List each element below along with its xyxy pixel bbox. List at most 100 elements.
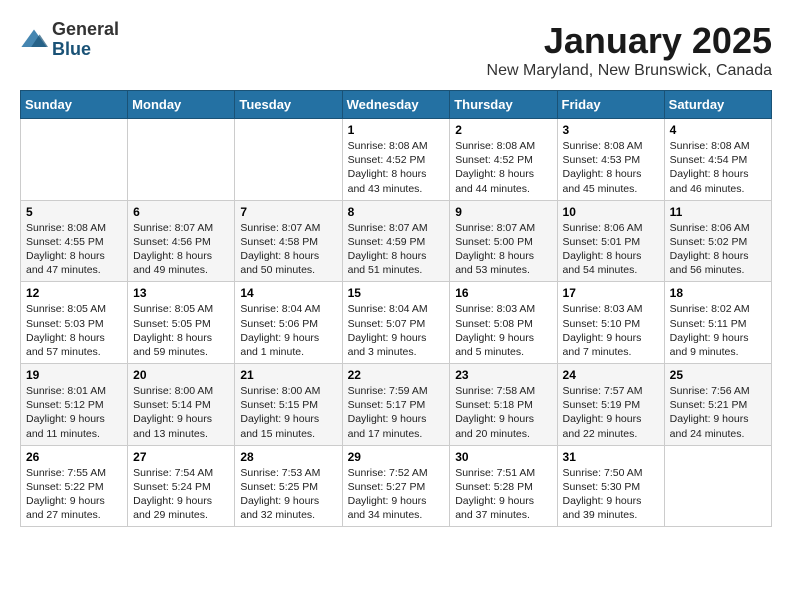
day-number: 28 — [240, 450, 336, 464]
calendar-cell: 12 Sunrise: 8:05 AM Sunset: 5:03 PM Dayli… — [21, 282, 128, 364]
calendar-header-sunday: Sunday — [21, 91, 128, 119]
day-detail: Sunrise: 8:07 AM Sunset: 4:59 PM Dayligh… — [348, 221, 445, 278]
day-number: 10 — [563, 205, 659, 219]
day-detail: Sunrise: 7:59 AM Sunset: 5:17 PM Dayligh… — [348, 384, 445, 441]
calendar-title: January 2025 — [487, 20, 772, 62]
day-detail: Sunrise: 8:07 AM Sunset: 4:56 PM Dayligh… — [133, 221, 229, 278]
calendar-week-row: 1 Sunrise: 8:08 AM Sunset: 4:52 PM Daylig… — [21, 119, 772, 201]
day-number: 22 — [348, 368, 445, 382]
calendar-cell: 3Sunrise: 8:08 AM Sunset: 4:53 PM Daylig… — [557, 119, 664, 201]
day-number: 18 — [670, 286, 766, 300]
calendar-cell: 20 Sunrise: 8:00 AM Sunset: 5:14 PM Dayli… — [128, 364, 235, 446]
day-number: 7 — [240, 205, 336, 219]
day-detail: Sunrise: 7:55 AM Sunset: 5:22 PM Dayligh… — [26, 466, 122, 523]
day-detail: Sunrise: 7:57 AM Sunset: 5:19 PM Dayligh… — [563, 384, 659, 441]
calendar-cell: 30Sunrise: 7:51 AM Sunset: 5:28 PM Dayli… — [450, 445, 557, 527]
calendar-cell: 31Sunrise: 7:50 AM Sunset: 5:30 PM Dayli… — [557, 445, 664, 527]
day-detail: Sunrise: 7:56 AM Sunset: 5:21 PM Dayligh… — [670, 384, 766, 441]
calendar-week-row: 12 Sunrise: 8:05 AM Sunset: 5:03 PM Dayli… — [21, 282, 772, 364]
day-detail: Sunrise: 8:07 AM Sunset: 5:00 PM Dayligh… — [455, 221, 551, 278]
calendar-cell: 25 Sunrise: 7:56 AM Sunset: 5:21 PM Dayli… — [664, 364, 771, 446]
calendar-cell: 9 Sunrise: 8:07 AM Sunset: 5:00 PM Daylig… — [450, 200, 557, 282]
day-number: 1 — [348, 123, 445, 137]
calendar-cell: 8 Sunrise: 8:07 AM Sunset: 4:59 PM Daylig… — [342, 200, 450, 282]
day-number: 4 — [670, 123, 766, 137]
day-detail: Sunrise: 7:54 AM Sunset: 5:24 PM Dayligh… — [133, 466, 229, 523]
day-detail: Sunrise: 8:08 AM Sunset: 4:52 PM Dayligh… — [348, 139, 445, 196]
calendar-cell: 10 Sunrise: 8:06 AM Sunset: 5:01 PM Dayli… — [557, 200, 664, 282]
calendar-header-monday: Monday — [128, 91, 235, 119]
day-detail: Sunrise: 8:01 AM Sunset: 5:12 PM Dayligh… — [26, 384, 122, 441]
logo-general: General — [52, 19, 119, 39]
day-detail: Sunrise: 8:03 AM Sunset: 5:10 PM Dayligh… — [563, 302, 659, 359]
calendar-header-thursday: Thursday — [450, 91, 557, 119]
day-number: 12 — [26, 286, 122, 300]
calendar-table: SundayMondayTuesdayWednesdayThursdayFrid… — [20, 90, 772, 527]
day-number: 27 — [133, 450, 229, 464]
day-detail: Sunrise: 8:08 AM Sunset: 4:52 PM Dayligh… — [455, 139, 551, 196]
calendar-cell: 18 Sunrise: 8:02 AM Sunset: 5:11 PM Dayli… — [664, 282, 771, 364]
day-number: 13 — [133, 286, 229, 300]
day-detail: Sunrise: 7:53 AM Sunset: 5:25 PM Dayligh… — [240, 466, 336, 523]
calendar-cell: 23 Sunrise: 7:58 AM Sunset: 5:18 PM Dayli… — [450, 364, 557, 446]
day-detail: Sunrise: 7:52 AM Sunset: 5:27 PM Dayligh… — [348, 466, 445, 523]
day-detail: Sunrise: 8:02 AM Sunset: 5:11 PM Dayligh… — [670, 302, 766, 359]
day-number: 24 — [563, 368, 659, 382]
day-number: 25 — [670, 368, 766, 382]
day-number: 8 — [348, 205, 445, 219]
calendar-subtitle: New Maryland, New Brunswick, Canada — [487, 62, 772, 80]
day-detail: Sunrise: 8:08 AM Sunset: 4:53 PM Dayligh… — [563, 139, 659, 196]
day-number: 14 — [240, 286, 336, 300]
calendar-cell: 17 Sunrise: 8:03 AM Sunset: 5:10 PM Dayli… — [557, 282, 664, 364]
title-block: January 2025 New Maryland, New Brunswick… — [487, 20, 772, 80]
day-detail: Sunrise: 8:08 AM Sunset: 4:55 PM Dayligh… — [26, 221, 122, 278]
calendar-cell — [128, 119, 235, 201]
calendar-cell: 19 Sunrise: 8:01 AM Sunset: 5:12 PM Dayli… — [21, 364, 128, 446]
calendar-cell: 1 Sunrise: 8:08 AM Sunset: 4:52 PM Daylig… — [342, 119, 450, 201]
calendar-cell — [664, 445, 771, 527]
calendar-cell: 16Sunrise: 8:03 AM Sunset: 5:08 PM Dayli… — [450, 282, 557, 364]
calendar-cell: 21 Sunrise: 8:00 AM Sunset: 5:15 PM Dayli… — [235, 364, 342, 446]
day-detail: Sunrise: 8:00 AM Sunset: 5:14 PM Dayligh… — [133, 384, 229, 441]
calendar-cell: 2 Sunrise: 8:08 AM Sunset: 4:52 PM Daylig… — [450, 119, 557, 201]
calendar-week-row: 26 Sunrise: 7:55 AM Sunset: 5:22 PM Dayli… — [21, 445, 772, 527]
day-number: 23 — [455, 368, 551, 382]
day-detail: Sunrise: 8:06 AM Sunset: 5:02 PM Dayligh… — [670, 221, 766, 278]
day-detail: Sunrise: 8:08 AM Sunset: 4:54 PM Dayligh… — [670, 139, 766, 196]
day-number: 11 — [670, 205, 766, 219]
day-number: 21 — [240, 368, 336, 382]
day-number: 2 — [455, 123, 551, 137]
calendar-cell: 22 Sunrise: 7:59 AM Sunset: 5:17 PM Dayli… — [342, 364, 450, 446]
day-number: 26 — [26, 450, 122, 464]
calendar-cell: 27 Sunrise: 7:54 AM Sunset: 5:24 PM Dayli… — [128, 445, 235, 527]
calendar-cell: 28 Sunrise: 7:53 AM Sunset: 5:25 PM Dayli… — [235, 445, 342, 527]
day-number: 17 — [563, 286, 659, 300]
calendar-cell: 4 Sunrise: 8:08 AM Sunset: 4:54 PM Daylig… — [664, 119, 771, 201]
calendar-week-row: 19 Sunrise: 8:01 AM Sunset: 5:12 PM Dayli… — [21, 364, 772, 446]
calendar-cell: 11 Sunrise: 8:06 AM Sunset: 5:02 PM Dayli… — [664, 200, 771, 282]
day-detail: Sunrise: 8:00 AM Sunset: 5:15 PM Dayligh… — [240, 384, 336, 441]
day-detail: Sunrise: 8:06 AM Sunset: 5:01 PM Dayligh… — [563, 221, 659, 278]
day-detail: Sunrise: 8:04 AM Sunset: 5:07 PM Dayligh… — [348, 302, 445, 359]
calendar-cell: 14 Sunrise: 8:04 AM Sunset: 5:06 PM Dayli… — [235, 282, 342, 364]
calendar-cell: 29Sunrise: 7:52 AM Sunset: 5:27 PM Dayli… — [342, 445, 450, 527]
day-detail: Sunrise: 8:07 AM Sunset: 4:58 PM Dayligh… — [240, 221, 336, 278]
calendar-cell — [235, 119, 342, 201]
calendar-week-row: 5 Sunrise: 8:08 AM Sunset: 4:55 PM Daylig… — [21, 200, 772, 282]
day-detail: Sunrise: 8:05 AM Sunset: 5:05 PM Dayligh… — [133, 302, 229, 359]
day-number: 5 — [26, 205, 122, 219]
calendar-cell — [21, 119, 128, 201]
logo-text: General Blue — [52, 20, 119, 60]
calendar-cell: 7 Sunrise: 8:07 AM Sunset: 4:58 PM Daylig… — [235, 200, 342, 282]
day-number: 31 — [563, 450, 659, 464]
day-number: 15 — [348, 286, 445, 300]
day-detail: Sunrise: 7:58 AM Sunset: 5:18 PM Dayligh… — [455, 384, 551, 441]
calendar-cell: 13 Sunrise: 8:05 AM Sunset: 5:05 PM Dayli… — [128, 282, 235, 364]
day-number: 20 — [133, 368, 229, 382]
day-number: 9 — [455, 205, 551, 219]
day-detail: Sunrise: 8:04 AM Sunset: 5:06 PM Dayligh… — [240, 302, 336, 359]
calendar-header-saturday: Saturday — [664, 91, 771, 119]
day-number: 19 — [26, 368, 122, 382]
day-detail: Sunrise: 8:05 AM Sunset: 5:03 PM Dayligh… — [26, 302, 122, 359]
day-detail: Sunrise: 7:51 AM Sunset: 5:28 PM Dayligh… — [455, 466, 551, 523]
